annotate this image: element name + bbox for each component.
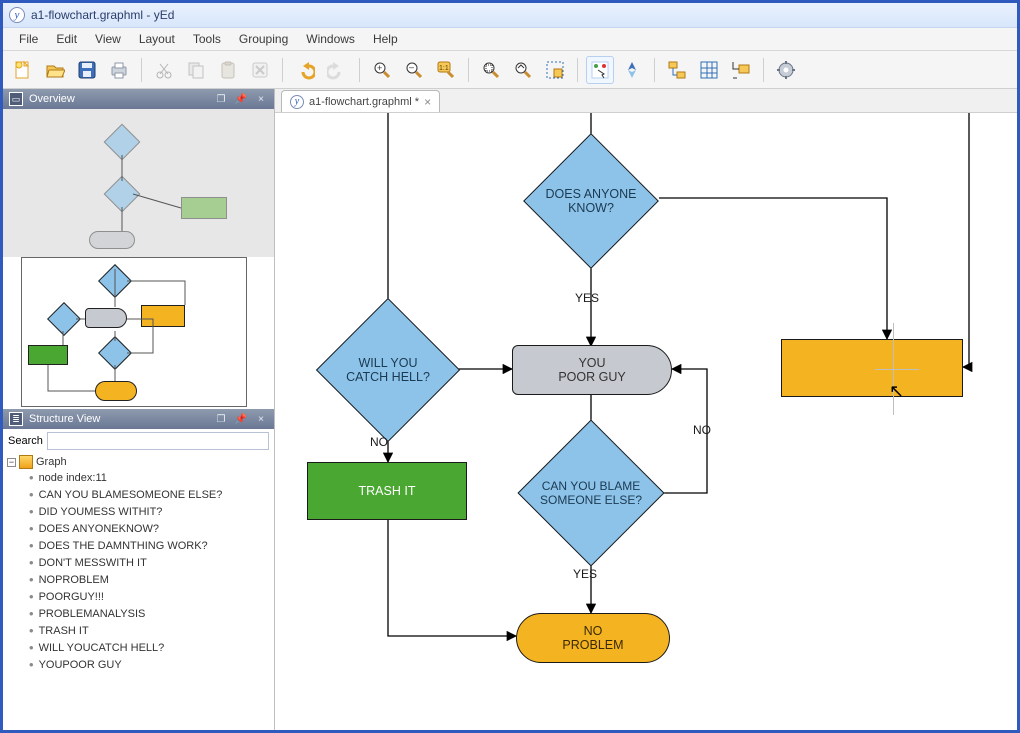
document-icon: y bbox=[290, 95, 304, 109]
tree-item[interactable]: PROBLEMANALYSIS bbox=[29, 605, 270, 622]
tree-item[interactable]: DOES THE DAMNTHING WORK? bbox=[29, 537, 270, 554]
menu-tools[interactable]: Tools bbox=[185, 30, 229, 48]
snap-button[interactable] bbox=[727, 56, 755, 84]
tree-item[interactable]: DID YOUMESS WITHIT? bbox=[29, 503, 270, 520]
tab-label: a1-flowchart.graphml * bbox=[309, 96, 419, 108]
edge-label-no: NO bbox=[693, 423, 711, 437]
structure-tree[interactable]: − Graph node index:11CAN YOU BLAMESOMEON… bbox=[3, 453, 274, 675]
fit-button[interactable] bbox=[509, 56, 537, 84]
orthogonal-button[interactable] bbox=[663, 56, 691, 84]
undo-button[interactable] bbox=[291, 56, 319, 84]
panel-close-icon[interactable]: × bbox=[254, 92, 268, 106]
svg-text:–: – bbox=[409, 62, 414, 72]
zoom-100-button[interactable]: 1:1 bbox=[432, 56, 460, 84]
print-button[interactable] bbox=[105, 56, 133, 84]
paste-button[interactable] bbox=[214, 56, 242, 84]
delete-button[interactable] bbox=[246, 56, 274, 84]
document-tabs: y a1-flowchart.graphml * × bbox=[275, 89, 1017, 113]
panel-restore-icon[interactable]: ❐ bbox=[214, 92, 228, 106]
menu-edit[interactable]: Edit bbox=[48, 30, 85, 48]
close-icon[interactable]: × bbox=[424, 95, 431, 109]
tree-item[interactable]: YOUPOOR GUY bbox=[29, 656, 270, 673]
node-does-anyone-know[interactable]: DOES ANYONE KNOW? bbox=[523, 133, 659, 269]
node-label: DOES ANYONE KNOW? bbox=[544, 154, 638, 248]
overview-panel-body[interactable] bbox=[3, 109, 274, 409]
titlebar: y a1-flowchart.graphml - yEd bbox=[3, 3, 1017, 28]
save-button[interactable] bbox=[73, 56, 101, 84]
panel-pin-icon[interactable]: 📌 bbox=[234, 92, 248, 106]
tree-item[interactable]: DOES ANYONEKNOW? bbox=[29, 520, 270, 537]
tab-document[interactable]: y a1-flowchart.graphml * × bbox=[281, 90, 440, 112]
panel-close-icon[interactable]: × bbox=[254, 412, 268, 426]
tree-item[interactable]: node index:11 bbox=[29, 469, 270, 486]
svg-text:1:1: 1:1 bbox=[439, 65, 449, 72]
menu-view[interactable]: View bbox=[87, 30, 129, 48]
node-can-you-blame[interactable]: CAN YOU BLAME SOMEONE ELSE? bbox=[517, 419, 664, 566]
open-button[interactable] bbox=[41, 56, 69, 84]
overview-title: Overview bbox=[29, 93, 75, 105]
graph-folder-icon bbox=[19, 455, 33, 469]
menu-windows[interactable]: Windows bbox=[298, 30, 363, 48]
tree-item[interactable]: NOPROBLEM bbox=[29, 571, 270, 588]
area-zoom-button[interactable] bbox=[541, 56, 569, 84]
collapse-icon[interactable]: − bbox=[7, 458, 16, 467]
tree-item[interactable]: TRASH IT bbox=[29, 622, 270, 639]
node-will-you-catch-hell[interactable]: WILL YOU CATCH HELL? bbox=[316, 298, 460, 442]
toolbar: + – 1:1 bbox=[3, 51, 1017, 89]
cut-button[interactable] bbox=[150, 56, 178, 84]
selection-mode-button[interactable] bbox=[586, 56, 614, 84]
preferences-button[interactable] bbox=[772, 56, 800, 84]
node-no-problem[interactable]: NO PROBLEM bbox=[516, 613, 670, 663]
node-label: CAN YOU BLAME SOMEONE ELSE? bbox=[540, 442, 642, 544]
node-trash-it[interactable]: TRASH IT bbox=[307, 462, 467, 520]
redo-button[interactable] bbox=[323, 56, 351, 84]
menu-help[interactable]: Help bbox=[365, 30, 406, 48]
search-input[interactable] bbox=[47, 432, 269, 450]
app-icon: y bbox=[9, 7, 25, 23]
edge-label-yes: YES bbox=[575, 291, 599, 305]
tree-item[interactable]: DON'T MESSWITH IT bbox=[29, 554, 270, 571]
panel-restore-icon[interactable]: ❐ bbox=[214, 412, 228, 426]
edge-label-yes: YES bbox=[573, 567, 597, 581]
menu-grouping[interactable]: Grouping bbox=[231, 30, 296, 48]
svg-text:+: + bbox=[377, 63, 382, 73]
panel-pin-icon[interactable]: 📌 bbox=[234, 412, 248, 426]
menu-layout[interactable]: Layout bbox=[131, 30, 183, 48]
menu-file[interactable]: File bbox=[11, 30, 46, 48]
tree-item[interactable]: CAN YOU BLAMESOMEONE ELSE? bbox=[29, 486, 270, 503]
tree-item[interactable]: WILL YOUCATCH HELL? bbox=[29, 639, 270, 656]
structure-title: Structure View bbox=[29, 413, 100, 425]
window-title: a1-flowchart.graphml - yEd bbox=[31, 8, 174, 22]
graph-canvas[interactable]: DOES ANYONE KNOW? YES WILL YOU CATCH HEL… bbox=[275, 113, 1017, 730]
menubar: File Edit View Layout Tools Grouping Win… bbox=[3, 28, 1017, 51]
node-label: WILL YOU CATCH HELL? bbox=[338, 320, 438, 420]
node-selected-empty[interactable] bbox=[781, 339, 963, 397]
grid-button[interactable] bbox=[695, 56, 723, 84]
tree-item[interactable]: POORGUY!!! bbox=[29, 588, 270, 605]
edge-label-no: NO bbox=[370, 435, 388, 449]
overview-icon: ▭ bbox=[9, 92, 23, 106]
overview-panel-header[interactable]: ▭ Overview ❐ 📌 × bbox=[3, 89, 274, 109]
zoom-selection-button[interactable] bbox=[477, 56, 505, 84]
mouse-cursor-icon: ↖ bbox=[889, 381, 904, 402]
tree-root-label[interactable]: Graph bbox=[36, 456, 67, 468]
copy-button[interactable] bbox=[182, 56, 210, 84]
zoom-in-button[interactable]: + bbox=[368, 56, 396, 84]
zoom-out-button[interactable]: – bbox=[400, 56, 428, 84]
structure-icon: ≣ bbox=[9, 412, 23, 426]
node-you-poor-guy[interactable]: YOU POOR GUY bbox=[512, 345, 672, 395]
navigation-mode-button[interactable] bbox=[618, 56, 646, 84]
search-label: Search bbox=[8, 435, 43, 447]
structure-panel-header[interactable]: ≣ Structure View ❐ 📌 × bbox=[3, 409, 274, 429]
new-button[interactable] bbox=[9, 56, 37, 84]
